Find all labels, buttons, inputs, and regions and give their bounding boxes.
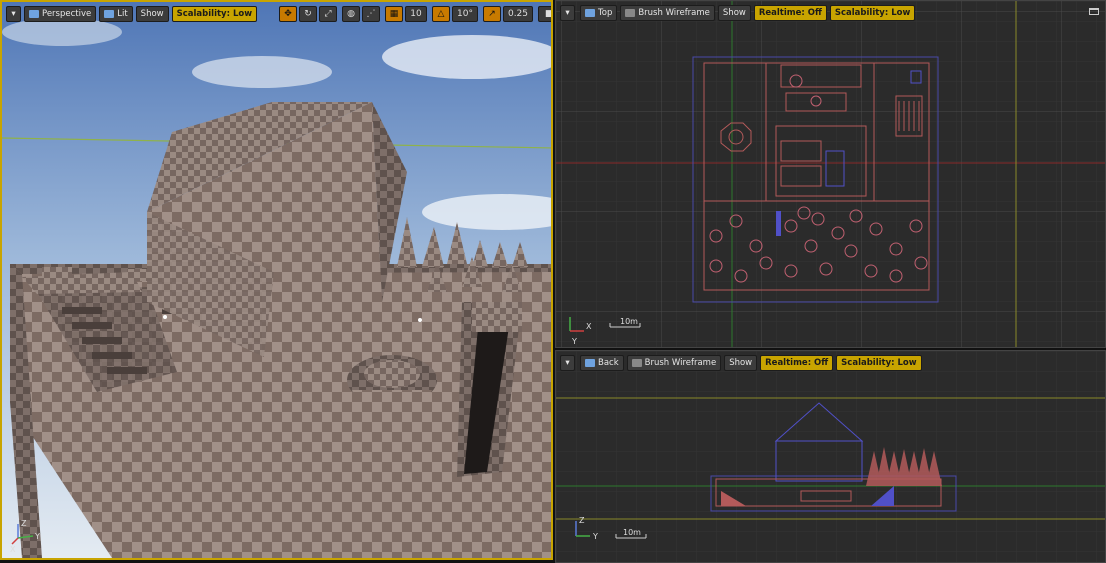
back-axis-y-label: Y: [592, 532, 598, 541]
top-scene[interactable]: Y X 10m: [556, 1, 1105, 347]
axis-z-label: Z: [21, 519, 27, 528]
transform-toolbar: ✥ ↻ ⤢ ◍ ⋰ ▦ 10 △ 10° ↗ 0.25 ■4: [279, 6, 553, 22]
top-viewport-options-button[interactable]: ▾: [560, 5, 575, 21]
scale-snap-icon[interactable]: ↗: [483, 6, 501, 22]
back-scale-label: 10m: [623, 528, 641, 537]
top-axis-y-label: Y: [571, 337, 577, 346]
top-show-button[interactable]: Show: [717, 5, 751, 21]
top-scalability-button[interactable]: Scalability: Low: [829, 5, 916, 21]
angle-icon[interactable]: △: [432, 6, 450, 22]
back-scalability-button[interactable]: Scalability: Low: [836, 355, 922, 371]
top-axis-x-label: X: [586, 322, 592, 331]
camera-icon: ■: [544, 9, 553, 19]
view-type-label: Perspective: [42, 9, 92, 19]
surface-snap-icon[interactable]: ⋰: [362, 6, 380, 22]
back-viewport-options-button[interactable]: ▾: [560, 355, 575, 371]
back-viewport[interactable]: Z Y 10m ▾ Back Brush Wireframe Show Real…: [555, 350, 1106, 563]
scale-snap-value[interactable]: 0.25: [503, 6, 533, 22]
top-view-icon: [585, 9, 595, 17]
back-scene[interactable]: Z Y 10m: [556, 351, 1105, 562]
back-toolbar: ▾ Back Brush Wireframe Show Realtime: Of…: [560, 355, 922, 371]
grid-snap-value[interactable]: 10: [405, 6, 427, 22]
wireframe-icon: [631, 359, 642, 367]
viewport-options-button[interactable]: ▾: [6, 6, 21, 22]
top-realtime-button[interactable]: Realtime: Off: [753, 5, 827, 21]
wireframe-icon: [625, 9, 636, 17]
globe-icon[interactable]: ◍: [342, 6, 360, 22]
scale-icon[interactable]: ⤢: [319, 6, 337, 22]
grid-icon[interactable]: ▦: [385, 6, 403, 22]
axis-x-label: X: [10, 545, 16, 552]
back-realtime-button[interactable]: Realtime: Off: [760, 355, 834, 371]
chevron-down-icon: ▾: [11, 9, 16, 19]
top-view-mode-button[interactable]: Brush Wireframe: [620, 5, 715, 21]
view-type-button[interactable]: Perspective: [24, 6, 97, 22]
chevron-down-icon: ▾: [565, 358, 570, 368]
top-view-type-button[interactable]: Top: [580, 5, 618, 21]
back-axis-z-label: Z: [579, 516, 585, 525]
rotate-icon[interactable]: ↻: [299, 6, 317, 22]
top-toolbar: ▾ Top Brush Wireframe Show Realtime: Off…: [560, 5, 916, 21]
axis-y-label: Y: [34, 532, 40, 541]
back-view-type-button[interactable]: Back: [580, 355, 624, 371]
back-view-icon: [585, 359, 595, 367]
perspective-viewport[interactable]: ▾ Perspective Lit Show Scalability: Low …: [0, 0, 553, 560]
chevron-down-icon: ▾: [565, 8, 570, 18]
perspective-icon: [29, 10, 39, 18]
perspective-scene[interactable]: [2, 2, 551, 558]
top-viewport[interactable]: Y X 10m ▾ Top Brush Wireframe Show Realt…: [555, 0, 1106, 348]
top-scale-label: 10m: [620, 317, 638, 326]
lit-icon: [104, 10, 115, 18]
scalability-button[interactable]: Scalability: Low: [171, 6, 258, 22]
rotation-snap-value[interactable]: 10°: [452, 6, 478, 22]
show-button[interactable]: Show: [135, 6, 169, 22]
move-icon[interactable]: ✥: [279, 6, 297, 22]
back-show-button[interactable]: Show: [724, 355, 758, 371]
back-view-mode-button[interactable]: Brush Wireframe: [626, 355, 722, 371]
camera-speed-button[interactable]: ■4: [538, 6, 553, 22]
perspective-toolbar: ▾ Perspective Lit Show Scalability: Low: [6, 6, 258, 22]
axis-gizmo: Z Y X: [10, 519, 40, 552]
view-mode-button[interactable]: Lit: [99, 6, 133, 22]
view-mode-label: Lit: [117, 9, 128, 19]
maximize-icon[interactable]: [1089, 8, 1099, 15]
